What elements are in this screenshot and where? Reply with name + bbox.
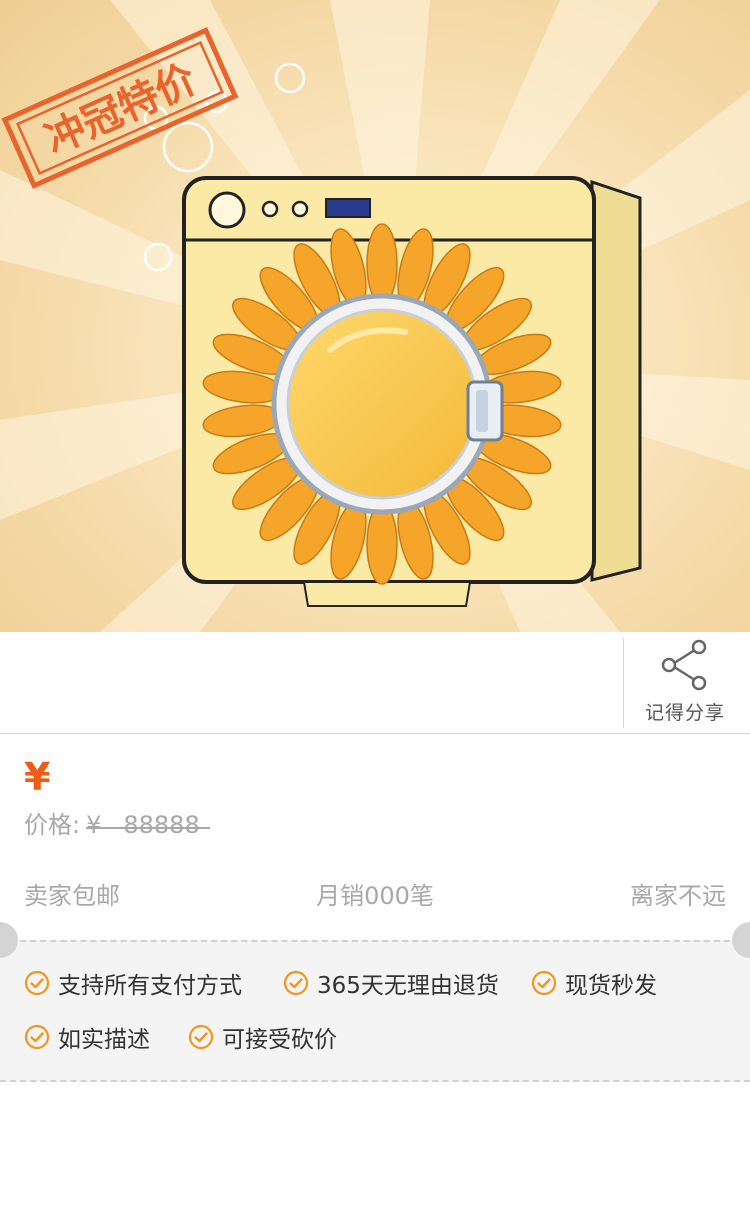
product-image: 冲冠特价 <box>0 0 750 632</box>
original-currency: ¥ <box>86 811 102 839</box>
share-button[interactable]: 记得分享 <box>624 632 750 734</box>
sunflower-petal <box>366 503 398 585</box>
service-label: 支持所有支付方式 <box>58 973 242 999</box>
washing-machine-illustration: 冲冠特价 <box>0 0 750 632</box>
current-price: ¥ <box>24 754 50 800</box>
service-label: 可接受砍价 <box>222 1027 337 1053</box>
check-circle-icon <box>283 970 309 996</box>
distance-info: 离家不远 <box>630 882 726 910</box>
service-item: 如实描述 <box>24 1020 150 1054</box>
share-label: 记得分享 <box>644 702 725 724</box>
check-circle-icon <box>531 970 557 996</box>
original-price-label: 价格: <box>24 811 81 839</box>
service-item: 现货秒发 <box>531 966 657 1000</box>
service-label: 现货秒发 <box>565 973 657 999</box>
sunflower-petal <box>366 223 398 305</box>
currency-symbol: ¥ <box>24 755 51 799</box>
check-circle-icon <box>24 970 50 996</box>
share-icon <box>661 639 707 691</box>
original-price-value: 88888 <box>123 811 200 839</box>
check-circle-icon <box>24 1024 50 1050</box>
service-item: 365天无理由退货 <box>283 966 499 1000</box>
service-item: 支持所有支付方式 <box>24 966 242 1000</box>
service-label: 365天无理由退货 <box>317 973 499 999</box>
service-item: 可接受砍价 <box>188 1020 337 1054</box>
original-price: 价格: ¥88888 <box>24 810 200 840</box>
price-section: ¥ 价格: ¥88888 卖家包邮 月销000笔 离家不远 <box>0 734 750 939</box>
share-bar: 记得分享 <box>0 632 750 734</box>
check-circle-icon <box>188 1024 214 1050</box>
original-price-struck: ¥88888 <box>86 811 200 839</box>
service-label: 如实描述 <box>58 1027 150 1053</box>
service-guarantees: 支持所有支付方式 365天无理由退货 现货秒发 如实描述 可接受砍价 <box>0 922 750 1082</box>
product-meta: 卖家包邮 月销000笔 离家不远 <box>0 872 750 912</box>
